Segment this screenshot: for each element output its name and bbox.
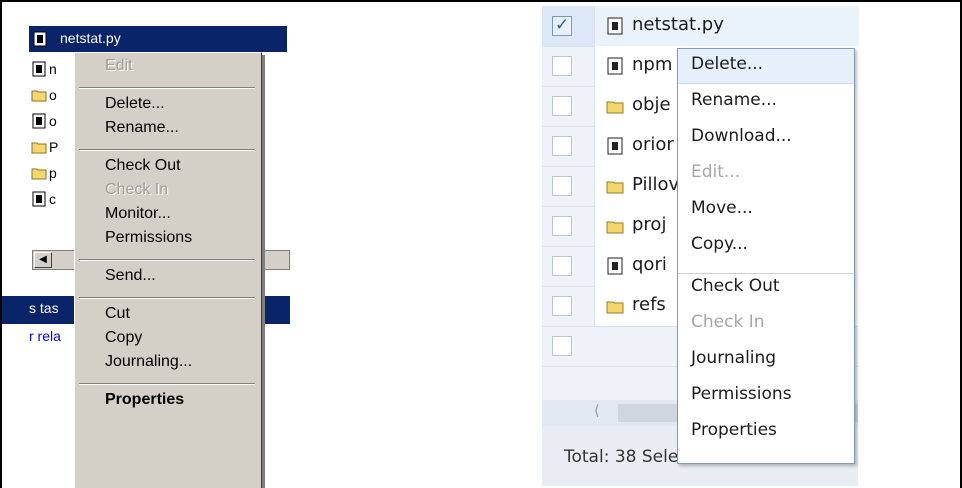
- menu-item-journaling[interactable]: Journaling: [691, 348, 776, 368]
- row-checkbox[interactable]: [552, 96, 572, 116]
- menu-item-rename[interactable]: Rename...: [691, 90, 777, 110]
- menu-separator: [79, 383, 255, 385]
- list-item-label: p: [49, 165, 57, 181]
- file-icon: [606, 17, 624, 35]
- list-item[interactable]: o: [31, 84, 57, 106]
- menu-item-properties[interactable]: Properties: [691, 420, 777, 440]
- folder-icon: [31, 87, 47, 103]
- list-item[interactable]: P: [31, 136, 58, 158]
- row-checkbox[interactable]: [552, 336, 572, 356]
- menu-item-edit: Edit...: [691, 162, 741, 182]
- menu-item-send[interactable]: Send...: [105, 267, 156, 285]
- file-name[interactable]: npm: [632, 54, 672, 75]
- scroll-left-arrow-icon[interactable]: ◀: [34, 252, 52, 268]
- menu-item-cut[interactable]: Cut: [105, 305, 130, 323]
- folder-icon: [606, 217, 624, 235]
- list-item[interactable]: n: [31, 58, 57, 80]
- menu-separator: [79, 259, 255, 261]
- menu-separator: [79, 149, 255, 151]
- table-row[interactable]: netstat.py: [542, 6, 859, 47]
- file-name[interactable]: qori: [632, 254, 667, 275]
- row-checkbox[interactable]: [552, 176, 572, 196]
- row-checkbox[interactable]: [552, 296, 572, 316]
- folder-icon: [606, 97, 624, 115]
- row-checkbox[interactable]: [552, 56, 572, 76]
- file-icon: [31, 61, 47, 77]
- file-icon: [31, 191, 47, 207]
- menu-separator: [678, 273, 854, 274]
- menu-item-check-in: Check In: [105, 181, 169, 198]
- file-name[interactable]: refs: [632, 294, 666, 315]
- menu-item-delete[interactable]: Delete...: [691, 54, 763, 74]
- classic-explorer-panel: netstat.py nooPpc ◀ s tas r rela Edit Del…: [2, 2, 480, 488]
- menu-item-permissions[interactable]: Permissions: [105, 229, 192, 247]
- list-item-label: o: [49, 87, 57, 103]
- row-checkbox[interactable]: [552, 256, 572, 276]
- folder-icon: [606, 297, 624, 315]
- list-item[interactable]: o: [31, 110, 57, 132]
- file-name[interactable]: netstat.py: [632, 14, 724, 35]
- selected-file-name[interactable]: netstat.py: [60, 30, 121, 46]
- menu-item-copy[interactable]: Copy: [105, 329, 142, 347]
- list-item[interactable]: p: [31, 162, 57, 184]
- menu-item-copy[interactable]: Copy...: [691, 234, 748, 254]
- folder-icon: [31, 165, 47, 181]
- menu-item-journaling[interactable]: Journaling...: [105, 353, 192, 371]
- menu-item-permissions[interactable]: Permissions: [691, 384, 792, 404]
- file-icon: [606, 257, 624, 275]
- folder-icon: [31, 139, 47, 155]
- folder-icon: [606, 177, 624, 195]
- file-name[interactable]: proj: [632, 214, 666, 235]
- tasks-header-text: s tas: [29, 300, 59, 316]
- list-item[interactable]: c: [31, 188, 56, 210]
- menu-separator: [79, 297, 255, 299]
- file-name[interactable]: orior: [632, 134, 674, 155]
- menu-item-rename[interactable]: Rename...: [105, 119, 179, 137]
- list-item-label: n: [49, 61, 57, 77]
- row-checkbox[interactable]: [552, 216, 572, 236]
- menu-item-properties[interactable]: Properties: [105, 391, 184, 409]
- menu-item-check-out[interactable]: Check Out: [105, 157, 181, 175]
- menu-item-check-in: Check In: [691, 312, 765, 332]
- file-icon: [606, 57, 624, 75]
- menu-separator: [79, 87, 255, 89]
- file-icon: [606, 137, 624, 155]
- list-item-label: c: [49, 191, 56, 207]
- menu-item-monitor[interactable]: Monitor...: [105, 205, 171, 223]
- file-name[interactable]: obje: [632, 94, 671, 115]
- row-checkbox[interactable]: [552, 15, 572, 36]
- web-context-menu: Delete... Rename... Download... Edit... Move…: [677, 48, 855, 464]
- file-icon: [31, 113, 47, 129]
- classic-context-menu: Edit Delete... Rename... Check Out Check In M…: [74, 52, 262, 488]
- row-checkbox[interactable]: [552, 136, 572, 156]
- menu-item-download[interactable]: Download...: [691, 126, 792, 146]
- list-item-label: o: [49, 113, 57, 129]
- list-item-label: P: [49, 139, 59, 155]
- related-link-text[interactable]: r rela: [29, 328, 61, 344]
- file-icon: [33, 31, 47, 47]
- scroll-left-arrow-icon[interactable]: ⟨: [594, 402, 599, 419]
- menu-item-edit: Edit: [105, 57, 133, 74]
- menu-item-check-out[interactable]: Check Out: [691, 276, 780, 296]
- file-name[interactable]: Pillov: [632, 174, 679, 195]
- web-explorer-panel: netstat.py npm obje orior Pillov proj qori refs…: [482, 2, 960, 488]
- menu-item-move[interactable]: Move...: [691, 198, 753, 218]
- menu-item-delete[interactable]: Delete...: [105, 95, 165, 113]
